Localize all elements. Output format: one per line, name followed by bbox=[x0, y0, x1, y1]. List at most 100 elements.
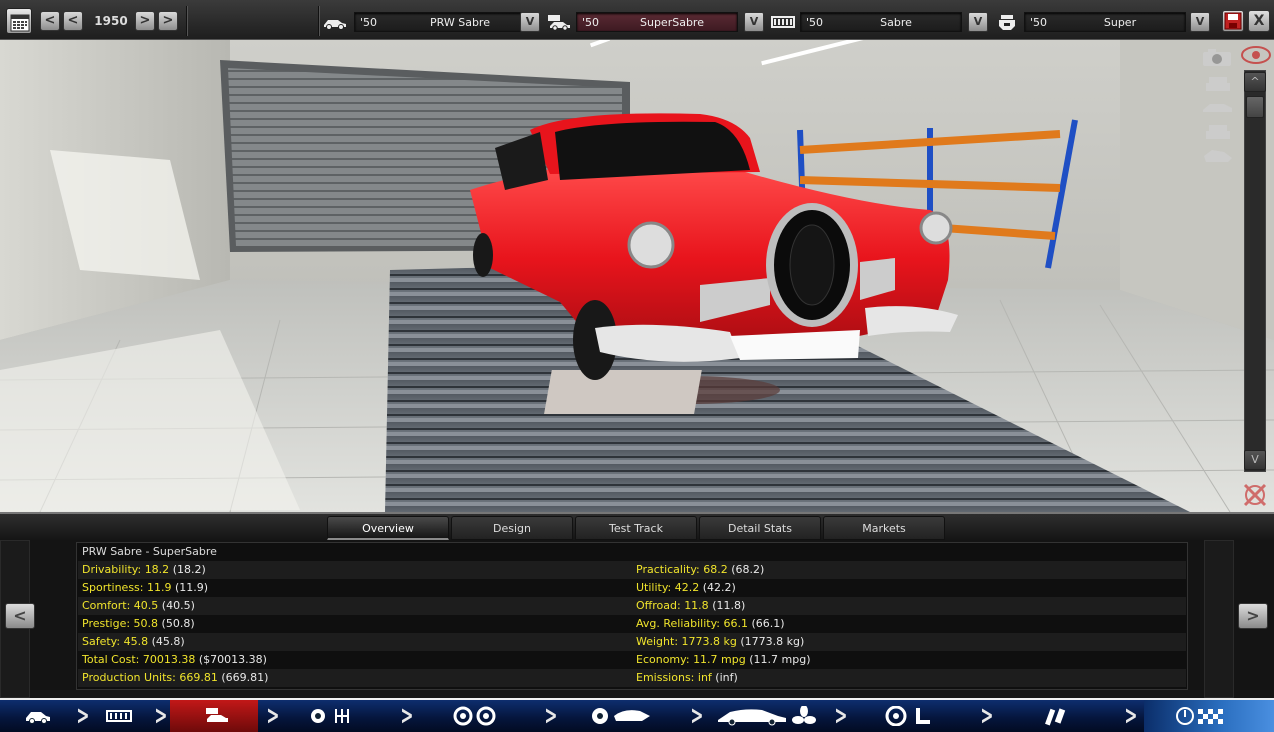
model-field[interactable]: '50 SuperSabre bbox=[576, 12, 738, 32]
calendar-icon[interactable] bbox=[6, 8, 32, 34]
stat-value: 42.2 bbox=[674, 581, 700, 594]
stat-label: Production Units: bbox=[82, 671, 176, 684]
steering-seat-icon[interactable] bbox=[884, 706, 934, 726]
stat-label: Economy: bbox=[636, 653, 690, 666]
car-title: PRW Sabre - SuperSabre bbox=[82, 545, 217, 558]
chevron-right-icon: > bbox=[154, 701, 168, 731]
tab-overview[interactable]: Overview bbox=[327, 516, 449, 540]
row-stripe bbox=[78, 597, 1186, 615]
stat-value: inf bbox=[697, 671, 712, 684]
stat-row: Avg. Reliability: 66.1 (66.1) bbox=[636, 617, 785, 633]
stat-value: 40.5 bbox=[133, 599, 159, 612]
model-car-icon bbox=[548, 15, 570, 31]
stat-label: Weight: bbox=[636, 635, 679, 648]
tab-test-track[interactable]: Test Track bbox=[575, 516, 697, 540]
reset-view-icon[interactable] bbox=[1240, 482, 1270, 508]
model-year: '50 bbox=[582, 16, 600, 29]
stat-label: Practicality: bbox=[636, 563, 700, 576]
stat-reference: (669.81) bbox=[221, 671, 269, 684]
company-year: '50 bbox=[360, 16, 378, 29]
car-model-icon[interactable] bbox=[204, 706, 230, 726]
stat-label: Safety: bbox=[82, 635, 121, 648]
tab-design[interactable]: Design bbox=[451, 516, 573, 540]
previous-page-button[interactable]: < bbox=[5, 603, 35, 629]
next-page-button[interactable]: > bbox=[1238, 603, 1268, 629]
chassis-icon bbox=[771, 16, 795, 28]
toolbar-divider bbox=[318, 6, 320, 36]
zoom-up-button[interactable]: ^ bbox=[1244, 72, 1266, 92]
stat-reference: (11.9) bbox=[175, 581, 209, 594]
stat-label: Avg. Reliability: bbox=[636, 617, 721, 630]
toolbar-divider bbox=[186, 6, 188, 36]
stat-value: 68.2 bbox=[703, 563, 728, 576]
company-field[interactable]: '50 PRW Sabre bbox=[354, 12, 536, 32]
stat-row: Utility: 42.2 (42.2) bbox=[636, 581, 736, 597]
car-body-fan-icon[interactable] bbox=[716, 706, 816, 726]
car-3d-viewport[interactable]: ^ V bbox=[0, 40, 1274, 512]
stat-row: Safety: 45.8 (45.8) bbox=[82, 635, 185, 651]
model-dropdown-button[interactable]: V bbox=[744, 12, 764, 32]
chassis-field[interactable]: '50 Sabre bbox=[800, 12, 962, 32]
tab-detail-stats[interactable]: Detail Stats bbox=[699, 516, 821, 540]
car-front-view-icon[interactable] bbox=[1200, 72, 1236, 94]
year-forward-button[interactable]: > bbox=[135, 11, 155, 31]
stat-reference: (68.2) bbox=[731, 563, 765, 576]
camera-icon[interactable] bbox=[1200, 46, 1236, 68]
wheels-icon[interactable] bbox=[452, 706, 498, 726]
stat-reference: (50.8) bbox=[161, 617, 195, 630]
engine-gearbox-icon[interactable] bbox=[308, 706, 354, 726]
model-selector[interactable]: '50 SuperSabre V bbox=[546, 12, 768, 32]
engine-selector[interactable]: '50 Super V bbox=[994, 12, 1216, 32]
stat-row: Total Cost: 70013.38 ($70013.38) bbox=[82, 653, 267, 669]
company-dropdown-button[interactable]: V bbox=[520, 12, 540, 32]
car-side-view-icon[interactable] bbox=[1200, 96, 1236, 118]
stat-value: 11.9 bbox=[147, 581, 172, 594]
stat-label: Total Cost: bbox=[82, 653, 140, 666]
row-stripe bbox=[78, 561, 1186, 579]
stat-label: Drivability: bbox=[82, 563, 142, 576]
save-button[interactable] bbox=[1222, 10, 1244, 32]
zoom-down-button[interactable]: V bbox=[1244, 450, 1266, 470]
chevron-right-icon: > bbox=[544, 701, 558, 731]
close-button[interactable]: X bbox=[1248, 10, 1270, 32]
tab-markets[interactable]: Markets bbox=[823, 516, 945, 540]
stat-label: Emissions: bbox=[636, 671, 695, 684]
engine-dropdown-button[interactable]: V bbox=[1190, 12, 1210, 32]
stat-reference: ($70013.38) bbox=[198, 653, 267, 666]
stat-reference: (18.2) bbox=[172, 563, 206, 576]
finish-flag-icon[interactable] bbox=[1176, 706, 1226, 726]
chassis-selector[interactable]: '50 Sabre V bbox=[770, 12, 992, 32]
garage-scene bbox=[0, 40, 1274, 512]
car-angle-view-icon[interactable] bbox=[1200, 144, 1236, 166]
stat-label: Prestige: bbox=[82, 617, 131, 630]
tab-strip: Overview Design Test Track Detail Stats … bbox=[0, 512, 1274, 540]
year-back-button[interactable]: < bbox=[63, 11, 83, 31]
year-forward-fast-button[interactable]: > bbox=[158, 11, 178, 31]
suspension-body-icon[interactable] bbox=[590, 706, 652, 726]
design-steps-nav: > > > > > > > > > bbox=[0, 698, 1274, 732]
stat-row: Comfort: 40.5 (40.5) bbox=[82, 599, 195, 615]
engine-field[interactable]: '50 Super bbox=[1024, 12, 1186, 32]
tools-icon[interactable] bbox=[1042, 706, 1072, 726]
stat-value: 18.2 bbox=[144, 563, 170, 576]
stat-reference: (45.8) bbox=[151, 635, 185, 648]
eye-icon[interactable] bbox=[1240, 44, 1272, 66]
company-selector[interactable]: '50 PRW Sabre V bbox=[322, 12, 544, 32]
zoom-scrollbar[interactable] bbox=[1244, 70, 1266, 472]
stat-value: 1773.8 kg bbox=[681, 635, 737, 648]
stat-row: Offroad: 11.8 (11.8) bbox=[636, 599, 745, 615]
stat-label: Utility: bbox=[636, 581, 672, 594]
zoom-scrollbar-thumb[interactable] bbox=[1246, 96, 1264, 118]
car-icon[interactable] bbox=[24, 706, 52, 726]
stat-value: 11.8 bbox=[684, 599, 709, 612]
chassis-dropdown-button[interactable]: V bbox=[968, 12, 988, 32]
chassis-frame-icon[interactable] bbox=[106, 706, 132, 726]
stat-reference: (1773.8 kg) bbox=[740, 635, 805, 648]
engine-name: Super bbox=[1103, 16, 1137, 29]
engine-year: '50 bbox=[1030, 16, 1048, 29]
chevron-right-icon: > bbox=[76, 701, 90, 731]
chevron-right-icon: > bbox=[834, 701, 848, 731]
stat-reference: (11.8) bbox=[712, 599, 746, 612]
car-rear-view-icon[interactable] bbox=[1200, 120, 1236, 142]
year-back-fast-button[interactable]: < bbox=[40, 11, 60, 31]
